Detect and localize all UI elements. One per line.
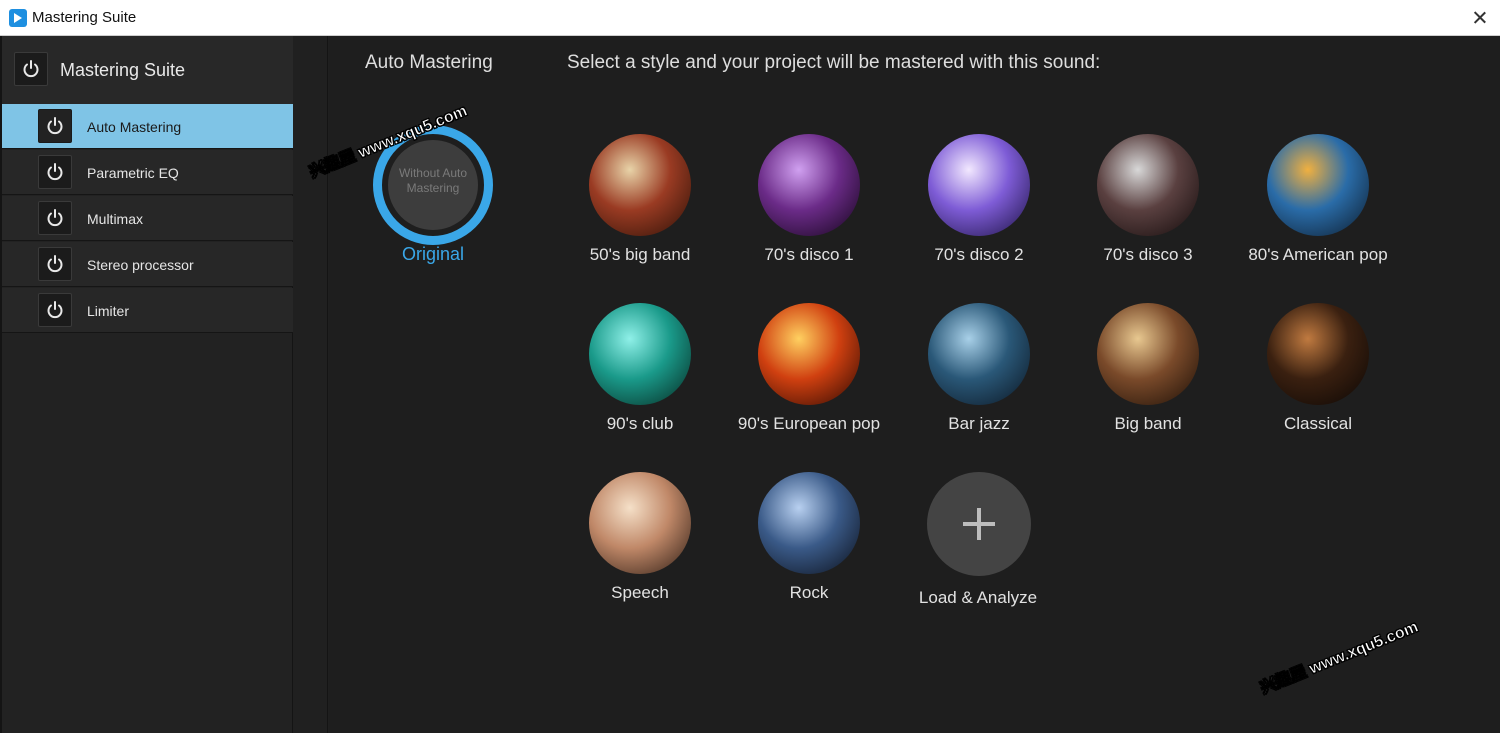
- style-90s-club[interactable]: 90's club: [555, 303, 725, 453]
- sidebar-item-parametric-eq[interactable]: Parametric EQ: [2, 150, 293, 195]
- instruction-text: Select a style and your project will be …: [567, 52, 1101, 73]
- club-dancer-photo-icon: [589, 303, 691, 405]
- style-label: Speech: [611, 583, 669, 602]
- power-icon[interactable]: [14, 52, 48, 86]
- style-label: Bar jazz: [948, 414, 1010, 433]
- sidebar-item-label: Auto Mastering: [87, 119, 182, 135]
- sidebar-title: Mastering Suite: [60, 60, 186, 80]
- style-label: 70's disco 2: [934, 245, 1024, 264]
- trombones-photo-icon: [1097, 303, 1199, 405]
- style-speech[interactable]: Speech: [555, 472, 725, 622]
- style-label: 90's club: [606, 414, 674, 433]
- power-icon[interactable]: [38, 293, 72, 327]
- style-label: 70's disco 1: [764, 245, 854, 264]
- style-label: 80's American pop: [1248, 245, 1388, 264]
- power-icon[interactable]: [38, 109, 72, 143]
- sidebar-item-label: Stereo processor: [87, 257, 194, 273]
- style-classical[interactable]: Classical: [1233, 303, 1403, 453]
- saxophone-photo-icon: [589, 134, 691, 236]
- dancer-photo-icon: [928, 134, 1030, 236]
- power-icon[interactable]: [38, 247, 72, 281]
- style-label: Rock: [789, 583, 829, 602]
- sidebar-item-stereo-processor[interactable]: Stereo processor: [2, 242, 293, 287]
- load-analyze-button[interactable]: Load & Analyze: [893, 472, 1063, 622]
- power-icon[interactable]: [38, 155, 72, 189]
- app-icon: [9, 9, 27, 27]
- main-panel: Auto Mastering Select a style and your p…: [329, 36, 1500, 733]
- section-title: Auto Mastering: [365, 52, 493, 73]
- power-icon[interactable]: [38, 201, 72, 235]
- style-80s-american-pop[interactable]: 80's American pop: [1233, 134, 1403, 284]
- style-label: 70's disco 3: [1103, 245, 1193, 264]
- style-70s-disco-1[interactable]: 70's disco 1: [724, 134, 894, 284]
- sidebar-item-label: Multimax: [87, 211, 144, 227]
- style-50s-big-band[interactable]: 50's big band: [555, 134, 725, 284]
- style-label: 90's European pop: [737, 414, 881, 433]
- style-rock[interactable]: Rock: [724, 472, 894, 622]
- style-label: Classical: [1283, 414, 1353, 433]
- violin-photo-icon: [1267, 303, 1369, 405]
- sidebar-item-limiter[interactable]: Limiter: [2, 288, 293, 333]
- disco-ball-photo-icon: [758, 134, 860, 236]
- style-big-band[interactable]: Big band: [1063, 303, 1233, 453]
- disco-ball-dancer-photo-icon: [1097, 134, 1199, 236]
- pop-singer-photo-icon: [1267, 134, 1369, 236]
- microphone-mouth-photo-icon: [589, 472, 691, 574]
- style-90s-european-pop[interactable]: 90's European pop: [724, 303, 894, 453]
- panel-divider: [293, 36, 328, 733]
- electric-guitar-photo-icon: [758, 472, 860, 574]
- trumpet-player-photo-icon: [928, 303, 1030, 405]
- plus-icon: [927, 472, 1031, 576]
- original-caption: Without Auto Mastering: [398, 166, 468, 195]
- title-bar: Mastering Suite: [0, 0, 1500, 36]
- sidebar: Mastering Suite Auto Mastering Parametri…: [0, 36, 294, 733]
- sidebar-item-label: Parametric EQ: [87, 165, 179, 181]
- fire-dancer-photo-icon: [758, 303, 860, 405]
- original-thumbnail: Without Auto Mastering: [388, 140, 478, 230]
- close-button[interactable]: [1466, 4, 1494, 32]
- style-bar-jazz[interactable]: Bar jazz: [894, 303, 1064, 453]
- style-label: 50's big band: [589, 245, 691, 264]
- sidebar-header: Mastering Suite: [2, 36, 294, 104]
- style-70s-disco-2[interactable]: 70's disco 2: [894, 134, 1064, 284]
- original-label[interactable]: Original: [373, 244, 493, 265]
- sidebar-item-label: Limiter: [87, 303, 130, 319]
- load-analyze-label: Load & Analyze: [918, 588, 1038, 607]
- style-label: Big band: [1114, 414, 1182, 433]
- style-70s-disco-3[interactable]: 70's disco 3: [1063, 134, 1233, 284]
- window-title: Mastering Suite: [32, 9, 137, 26]
- sidebar-item-multimax[interactable]: Multimax: [2, 196, 293, 241]
- sidebar-item-auto-mastering[interactable]: Auto Mastering: [2, 104, 293, 149]
